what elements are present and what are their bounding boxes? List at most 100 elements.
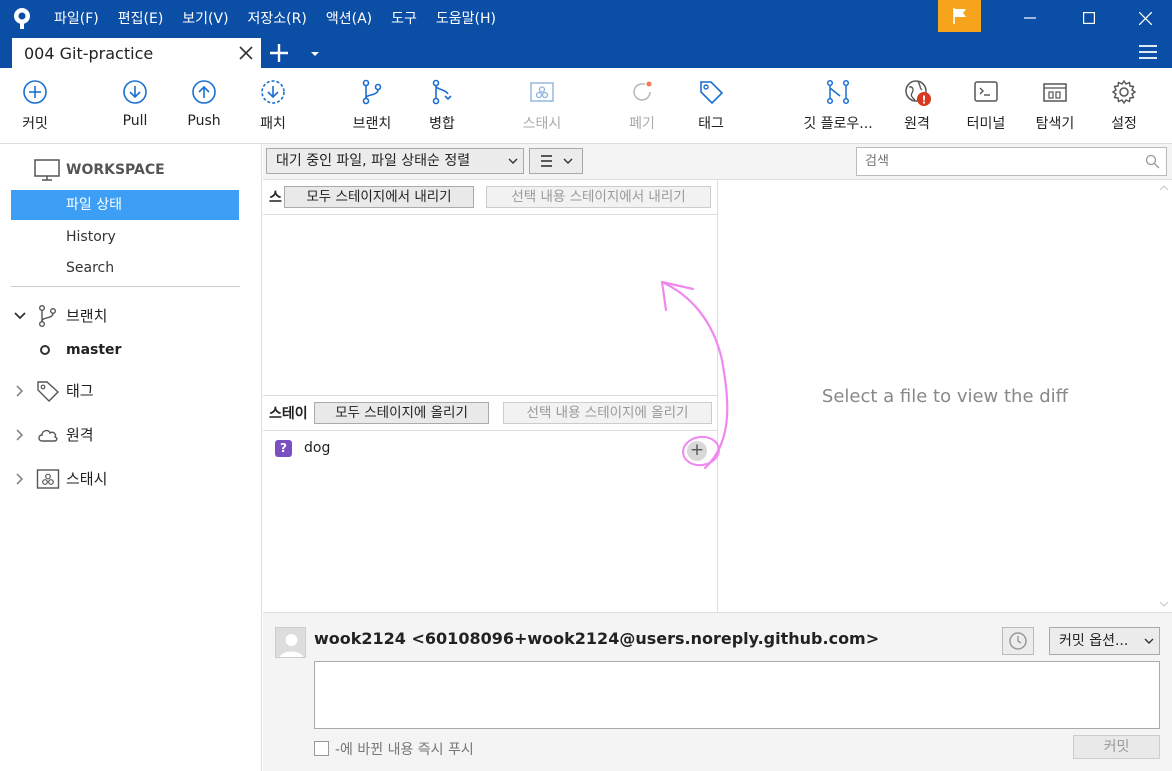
tag-icon <box>700 81 724 105</box>
sidebar-group-stashes[interactable]: 스태시 <box>14 465 254 493</box>
branch-icon <box>39 305 56 328</box>
menu-repository[interactable]: 저장소(R) <box>248 8 307 28</box>
sidebar-group-tags[interactable]: 태그 <box>14 377 254 405</box>
flag-icon <box>952 8 966 24</box>
notification-flag-button[interactable] <box>938 0 981 32</box>
commit-author: wook2124 <60108096+wook2124@users.norepl… <box>314 629 880 648</box>
git-flow-button[interactable]: 깃 플로우... <box>796 78 880 133</box>
commit-button[interactable]: 커밋 <box>0 78 70 133</box>
pull-button[interactable]: Pull <box>100 78 170 129</box>
commit-message-input[interactable] <box>314 661 1160 729</box>
tab-label: 004 Git-practice <box>24 44 154 63</box>
sort-dropdown[interactable]: 대기 중인 파일, 파일 상태순 정렬 <box>266 148 524 174</box>
sort-dropdown-value: 대기 중인 파일, 파일 상태순 정렬 <box>276 153 471 169</box>
minimize-icon <box>1024 17 1036 19</box>
staged-panel-header: 스 모두 스테이지에서 내리기 선택 내용 스테이지에서 내리기 <box>263 180 717 215</box>
maximize-button[interactable] <box>1066 0 1112 36</box>
patch-icon <box>261 80 285 104</box>
minimize-button[interactable] <box>1007 0 1053 36</box>
file-name: dog <box>304 440 331 456</box>
untracked-status-icon: ? <box>275 440 292 457</box>
push-button[interactable]: Push <box>169 78 239 129</box>
new-tab-plus-icon[interactable] <box>266 41 292 65</box>
sidebar: WORKSPACE 파일 상태 History Search 브랜치 maste… <box>0 144 262 771</box>
settings-label: 설정 <box>1111 116 1137 132</box>
tag-icon <box>37 381 60 402</box>
plus-circle-icon <box>23 80 47 104</box>
scroll-up-arrow-icon[interactable] <box>1159 184 1169 192</box>
clock-icon <box>1009 632 1027 650</box>
stage-selected-button[interactable]: 선택 내용 스테이지에 올리기 <box>503 402 712 424</box>
stashes-label: 스태시 <box>66 470 108 488</box>
menu-actions[interactable]: 액션(A) <box>326 8 372 28</box>
remote-button[interactable]: ! 원격 <box>882 78 952 133</box>
commit-submit-button[interactable]: 커밋 <box>1073 735 1160 759</box>
unstaged-files-panel: 스테이 모두 스테이지에 올리기 선택 내용 스테이지에 올리기 ? dog + <box>263 396 717 612</box>
menu-file[interactable]: 파일(F) <box>54 8 99 28</box>
remote-label: 원격 <box>904 116 930 132</box>
sidebar-group-branches[interactable]: 브랜치 <box>14 302 254 330</box>
close-icon <box>1138 11 1152 25</box>
view-mode-dropdown[interactable] <box>529 148 583 174</box>
git-flow-icon <box>826 79 850 105</box>
unstage-all-button[interactable]: 모두 스테이지에서 내리기 <box>284 186 474 208</box>
commit-history-button[interactable] <box>1002 627 1034 655</box>
tab-list-chevron-down-icon[interactable] <box>308 47 322 61</box>
stage-file-plus-button[interactable]: + <box>687 441 707 461</box>
repository-tab[interactable]: 004 Git-practice <box>12 38 261 68</box>
discard-refresh-icon <box>633 81 652 101</box>
patch-label: 패치 <box>260 116 286 132</box>
tab-close-icon[interactable] <box>237 44 255 62</box>
discard-label: 폐기 <box>629 116 655 132</box>
remotes-label: 원격 <box>66 426 94 444</box>
tag-label: 태그 <box>698 116 724 132</box>
merge-button[interactable]: 병합 <box>407 78 477 133</box>
search-box[interactable] <box>856 147 1167 176</box>
chevron-down-icon <box>1144 638 1154 644</box>
tag-button[interactable]: 태그 <box>676 78 746 133</box>
workspace-heading: WORKSPACE <box>66 162 165 178</box>
monitor-icon <box>34 159 60 181</box>
sidebar-divider <box>11 286 240 287</box>
scroll-down-arrow-icon[interactable] <box>1159 600 1169 608</box>
menu-view[interactable]: 보기(V) <box>182 8 228 28</box>
branch-name: master <box>66 342 122 358</box>
unstage-selected-button[interactable]: 선택 내용 스테이지에서 내리기 <box>486 186 711 208</box>
toolbar: 커밋 Pull Push 패치 브랜치 병합 스태시 폐기 태그 깃 플로우..… <box>0 68 1172 144</box>
branch-button[interactable]: 브랜치 <box>337 78 407 133</box>
stage-all-button[interactable]: 모두 스테이지에 올리기 <box>314 402 489 424</box>
commit-options-dropdown[interactable]: 커밋 옵션... <box>1049 627 1160 655</box>
list-view-icon <box>541 155 573 167</box>
file-row[interactable]: ? dog + <box>263 436 717 462</box>
branch-label: 브랜치 <box>352 116 392 132</box>
push-immediately-checkbox[interactable]: -에 바뀐 내용 즉시 푸시 <box>314 739 474 759</box>
gear-icon <box>1111 79 1137 105</box>
close-window-button[interactable] <box>1122 0 1168 36</box>
git-flow-label: 깃 플로우... <box>803 116 873 132</box>
settings-button[interactable]: 설정 <box>1089 78 1159 133</box>
stash-button[interactable]: 스태시 <box>507 78 577 133</box>
unstaged-panel-header: 스테이 모두 스테이지에 올리기 선택 내용 스테이지에 올리기 <box>263 396 717 431</box>
search-input[interactable] <box>857 148 1127 174</box>
menu-edit[interactable]: 편집(E) <box>118 8 164 28</box>
chevron-down-icon <box>508 158 518 164</box>
avatar <box>275 627 306 658</box>
sidebar-group-remotes[interactable]: 원격 <box>14 421 254 449</box>
explorer-button[interactable]: 탐색기 <box>1020 78 1090 133</box>
stash-icon <box>530 82 554 102</box>
terminal-button[interactable]: 터미널 <box>951 78 1021 133</box>
discard-button[interactable]: 폐기 <box>607 78 677 133</box>
sidebar-item-history[interactable]: History <box>11 222 239 252</box>
push-label: Push <box>187 113 221 129</box>
menu-help[interactable]: 도움말(H) <box>436 8 496 28</box>
checkbox-box[interactable] <box>314 741 329 756</box>
menu-tools[interactable]: 도구 <box>391 8 417 28</box>
patch-button[interactable]: 패치 <box>238 78 308 133</box>
svg-text:!: ! <box>921 94 926 107</box>
sidebar-item-file-status[interactable]: 파일 상태 <box>11 190 239 220</box>
sidebar-item-search[interactable]: Search <box>11 253 239 283</box>
hamburger-menu-icon[interactable] <box>1137 42 1159 62</box>
branch-icon <box>362 79 382 105</box>
commit-area: wook2124 <60108096+wook2124@users.norepl… <box>263 612 1172 771</box>
chevron-right-icon <box>16 473 24 485</box>
